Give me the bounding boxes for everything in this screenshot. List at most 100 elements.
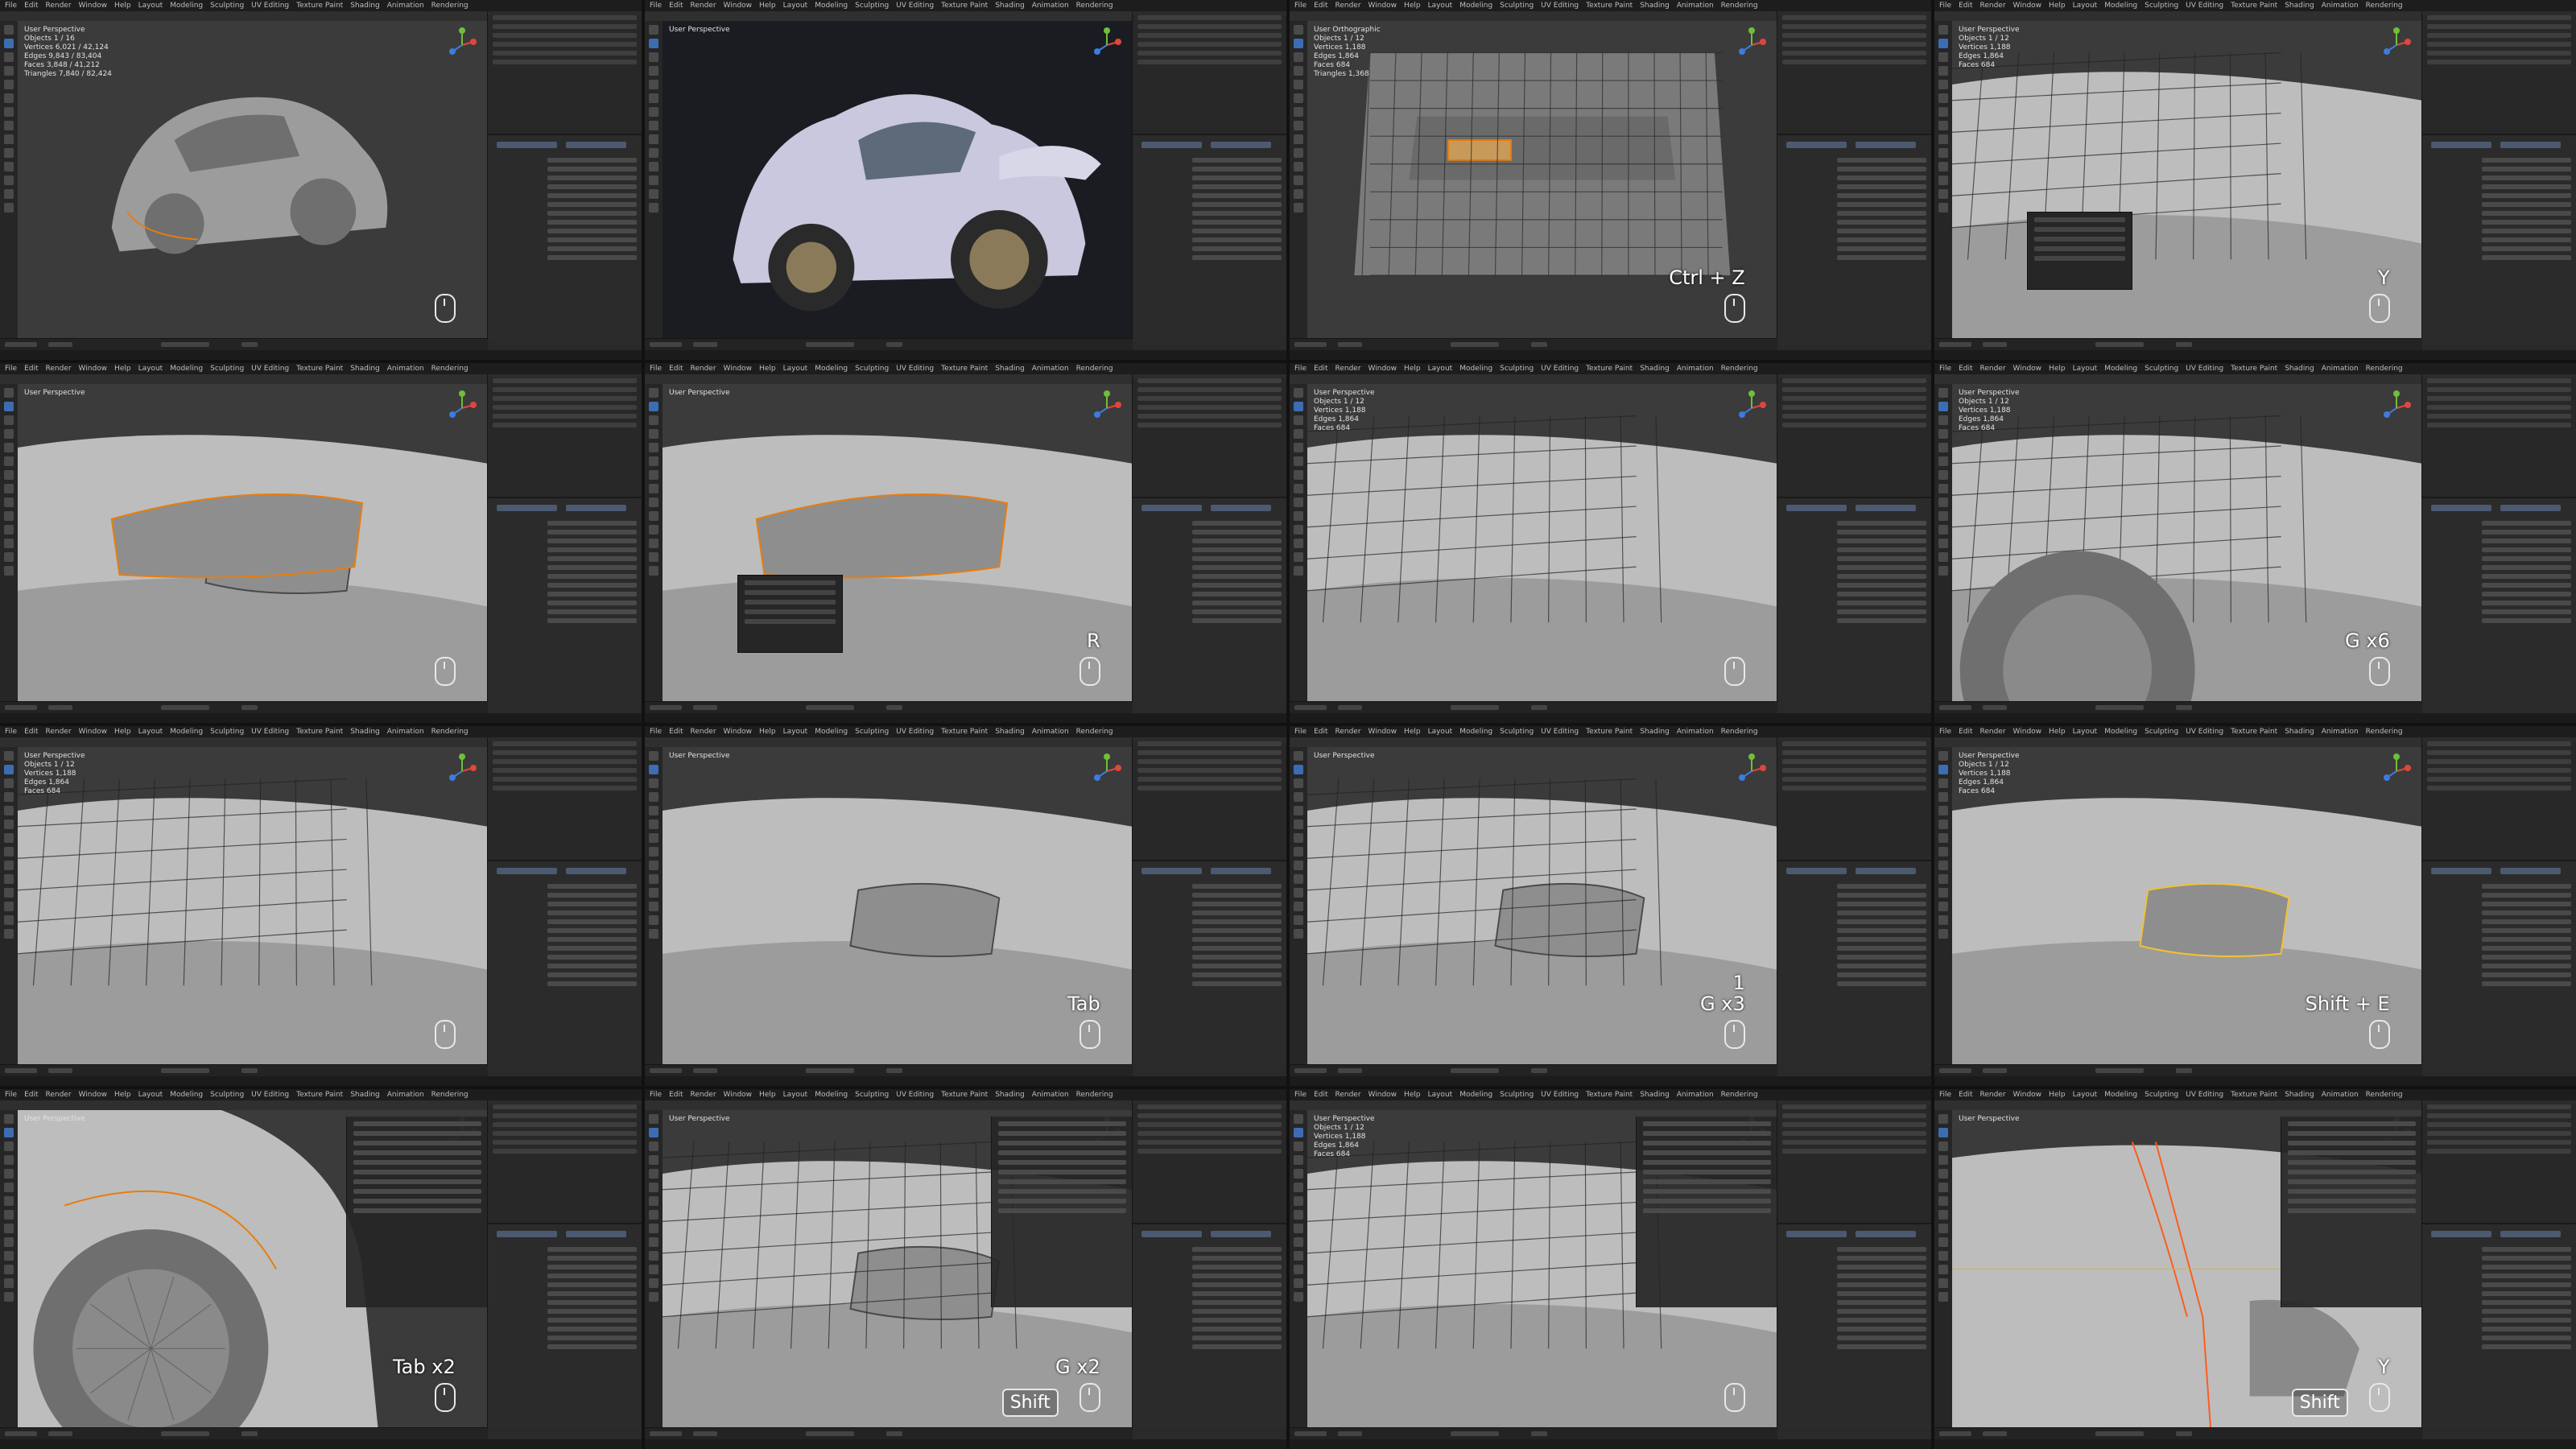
- property-field[interactable]: [2481, 175, 2571, 180]
- workspace-tab-7[interactable]: Rendering: [1721, 365, 1758, 373]
- menu-file[interactable]: File: [1294, 365, 1307, 373]
- tool-icon[interactable]: [1294, 1265, 1303, 1274]
- navigation-gizmo-icon[interactable]: [444, 27, 480, 63]
- property-field[interactable]: [2481, 1317, 2571, 1323]
- tool-icon[interactable]: [649, 1128, 658, 1137]
- modifier-button[interactable]: [1211, 867, 1272, 874]
- workspace-tab-2[interactable]: Sculpting: [1500, 1091, 1534, 1099]
- timeline-control[interactable]: [2095, 1068, 2144, 1073]
- tool-icon[interactable]: [4, 415, 14, 425]
- tool-icon[interactable]: [1294, 1141, 1303, 1151]
- timeline-control[interactable]: [693, 1068, 717, 1073]
- menu-edit[interactable]: Edit: [1314, 365, 1327, 373]
- timeline-control[interactable]: [242, 342, 258, 347]
- 3d-viewport[interactable]: User Perspective Objects 1 / 12 Vertices 1…: [1952, 384, 2422, 702]
- tool-icon[interactable]: [1294, 1128, 1303, 1137]
- timeline-control[interactable]: [48, 342, 72, 347]
- tool-icon[interactable]: [649, 792, 658, 802]
- property-field[interactable]: [547, 954, 637, 960]
- property-field[interactable]: [547, 617, 637, 623]
- property-field[interactable]: [1836, 210, 1926, 216]
- property-field[interactable]: [1191, 883, 1282, 889]
- outliner[interactable]: [2421, 741, 2576, 861]
- tool-icon[interactable]: [1294, 847, 1303, 857]
- outliner-row[interactable]: [1137, 60, 1282, 64]
- workspace-tab-7[interactable]: Rendering: [2366, 365, 2403, 373]
- outliner-row[interactable]: [1781, 1149, 1926, 1154]
- workspace-tab-2[interactable]: Sculpting: [1500, 728, 1534, 736]
- workspace-tab-7[interactable]: Rendering: [431, 728, 469, 736]
- property-field[interactable]: [2481, 609, 2571, 614]
- outliner-row[interactable]: [492, 1131, 637, 1136]
- menu-help[interactable]: Help: [759, 2, 776, 10]
- tool-icon[interactable]: [4, 778, 14, 788]
- timeline-control[interactable]: [1531, 342, 1547, 347]
- property-field[interactable]: [547, 1299, 637, 1305]
- tool-icon[interactable]: [1938, 929, 1948, 939]
- property-field[interactable]: [547, 166, 637, 171]
- workspace-tab-7[interactable]: Rendering: [1721, 1091, 1758, 1099]
- menu-edit[interactable]: Edit: [1959, 728, 1972, 736]
- workspace-tab-6[interactable]: Animation: [1677, 728, 1714, 736]
- property-field[interactable]: [1836, 555, 1926, 561]
- workspace-tab-6[interactable]: Animation: [1032, 2, 1069, 10]
- workspace-tab-3[interactable]: UV Editing: [251, 365, 289, 373]
- workspace-tab-1[interactable]: Modeling: [1459, 1091, 1492, 1099]
- workspace-tab-3[interactable]: UV Editing: [2186, 1091, 2223, 1099]
- timeline-control[interactable]: [242, 705, 258, 710]
- property-field[interactable]: [1836, 538, 1926, 543]
- property-field[interactable]: [547, 936, 637, 942]
- property-field[interactable]: [2481, 1264, 2571, 1269]
- property-field[interactable]: [1836, 591, 1926, 597]
- tool-icon[interactable]: [649, 1169, 658, 1179]
- outliner-row[interactable]: [2426, 750, 2571, 755]
- workspace-tab-1[interactable]: Modeling: [1459, 728, 1492, 736]
- property-field[interactable]: [2481, 555, 2571, 561]
- outliner-row[interactable]: [1137, 51, 1282, 56]
- outliner-row[interactable]: [1137, 768, 1282, 773]
- navigation-gizmo-icon[interactable]: [1089, 390, 1125, 426]
- tool-icon[interactable]: [649, 1224, 658, 1233]
- timeline-control[interactable]: [693, 342, 717, 347]
- menu-help[interactable]: Help: [1404, 1091, 1421, 1099]
- workspace-tab-3[interactable]: UV Editing: [1541, 728, 1579, 736]
- workspace-tab-4[interactable]: Texture Paint: [941, 728, 988, 736]
- modifier-button[interactable]: [2431, 141, 2492, 148]
- workspace-tab-2[interactable]: Sculpting: [210, 365, 244, 373]
- outliner-row[interactable]: [2426, 405, 2571, 410]
- workspace-tab-2[interactable]: Sculpting: [1500, 2, 1534, 10]
- navigation-gizmo-icon[interactable]: [1734, 27, 1769, 63]
- workspace-tab-1[interactable]: Modeling: [2104, 728, 2137, 736]
- 3d-viewport[interactable]: User Perspective G x2 Shift: [663, 1110, 1133, 1428]
- timeline-control[interactable]: [161, 705, 209, 710]
- tool-icon[interactable]: [1938, 189, 1948, 199]
- tool-icon[interactable]: [1938, 915, 1948, 925]
- property-field[interactable]: [2481, 219, 2571, 225]
- menu-file[interactable]: File: [5, 728, 17, 736]
- workspace-tab-7[interactable]: Rendering: [1076, 1091, 1113, 1099]
- workspace-tab-4[interactable]: Texture Paint: [941, 365, 988, 373]
- outliner-row[interactable]: [1781, 1140, 1926, 1145]
- property-field[interactable]: [2481, 972, 2571, 977]
- workspace-tab-3[interactable]: UV Editing: [251, 2, 289, 10]
- 3d-viewport[interactable]: User Perspective: [663, 21, 1133, 339]
- tool-icon[interactable]: [649, 470, 658, 480]
- workspace-tab-3[interactable]: UV Editing: [2186, 365, 2223, 373]
- property-field[interactable]: [547, 600, 637, 605]
- workspace-tab-0[interactable]: Layout: [138, 728, 163, 736]
- modifier-button[interactable]: [1786, 141, 1847, 148]
- menu-edit[interactable]: Edit: [669, 365, 683, 373]
- outliner-row[interactable]: [1781, 1122, 1926, 1127]
- property-field[interactable]: [547, 892, 637, 898]
- workspace-tab-3[interactable]: UV Editing: [251, 728, 289, 736]
- property-field[interactable]: [1191, 573, 1282, 579]
- workspace-tab-3[interactable]: UV Editing: [896, 1091, 934, 1099]
- tool-icon[interactable]: [1938, 902, 1948, 911]
- modifier-button[interactable]: [497, 1230, 558, 1237]
- workspace-tab-6[interactable]: Animation: [1032, 365, 1069, 373]
- tool-icon[interactable]: [649, 402, 658, 411]
- tool-icon[interactable]: [1938, 80, 1948, 89]
- timeline-control[interactable]: [650, 705, 682, 710]
- tool-icon[interactable]: [649, 121, 658, 130]
- tool-icon[interactable]: [1294, 52, 1303, 62]
